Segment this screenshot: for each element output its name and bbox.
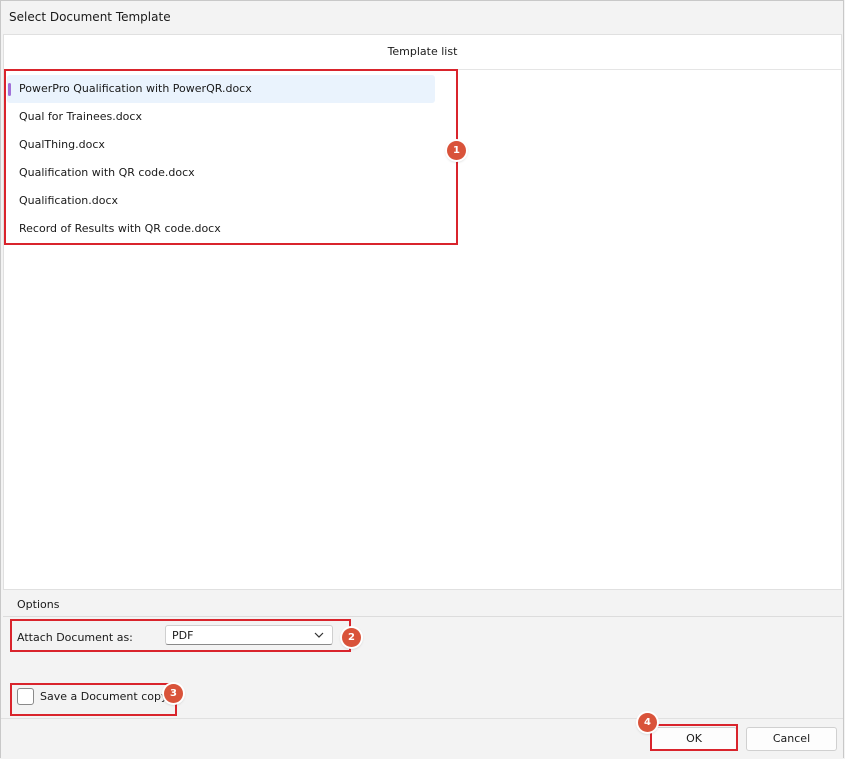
save-copy-label: Save a Document copy [40,690,168,703]
list-item-label: PowerPro Qualification with PowerQR.docx [19,82,252,95]
ok-button[interactable]: OK [651,727,737,751]
attach-format-select[interactable]: PDF [165,625,333,645]
list-item[interactable]: PowerPro Qualification with PowerQR.docx [7,75,435,103]
options-panel: Options Attach Document as: PDF Save a D… [3,591,842,718]
chevron-down-icon [314,630,324,643]
options-divider [3,616,842,617]
dialog-title: Select Document Template [9,10,171,24]
options-header: Options [17,598,60,611]
annotation-badge-2: 2 [342,628,361,647]
list-item[interactable]: Qualification.docx [7,187,435,215]
list-item-label: Qualification.docx [19,194,119,207]
attach-format-value: PDF [172,629,194,642]
annotation-badge-3: 3 [164,684,183,703]
dialog-footer: OK Cancel [1,718,843,759]
template-list-header: Template list [4,35,841,70]
attach-document-label: Attach Document as: [17,631,133,644]
select-document-template-dialog: Select Document Template Template list P… [0,0,844,759]
template-list: PowerPro Qualification with PowerQR.docx… [7,75,435,243]
list-item-label: Qual for Trainees.docx [19,110,142,123]
list-item[interactable]: Record of Results with QR code.docx [7,215,435,243]
list-item[interactable]: Qualification with QR code.docx [7,159,435,187]
annotation-badge-1: 1 [447,141,466,160]
annotation-badge-4: 4 [638,713,657,732]
cancel-button[interactable]: Cancel [746,727,837,751]
list-item-label: QualThing.docx [19,138,105,151]
title-bar: Select Document Template [1,1,843,33]
list-item[interactable]: QualThing.docx [7,131,435,159]
list-item-label: Record of Results with QR code.docx [19,222,221,235]
list-item[interactable]: Qual for Trainees.docx [7,103,435,131]
list-item-label: Qualification with QR code.docx [19,166,195,179]
save-copy-checkbox[interactable] [17,688,34,705]
template-list-panel: Template list PowerPro Qualification wit… [3,34,842,590]
